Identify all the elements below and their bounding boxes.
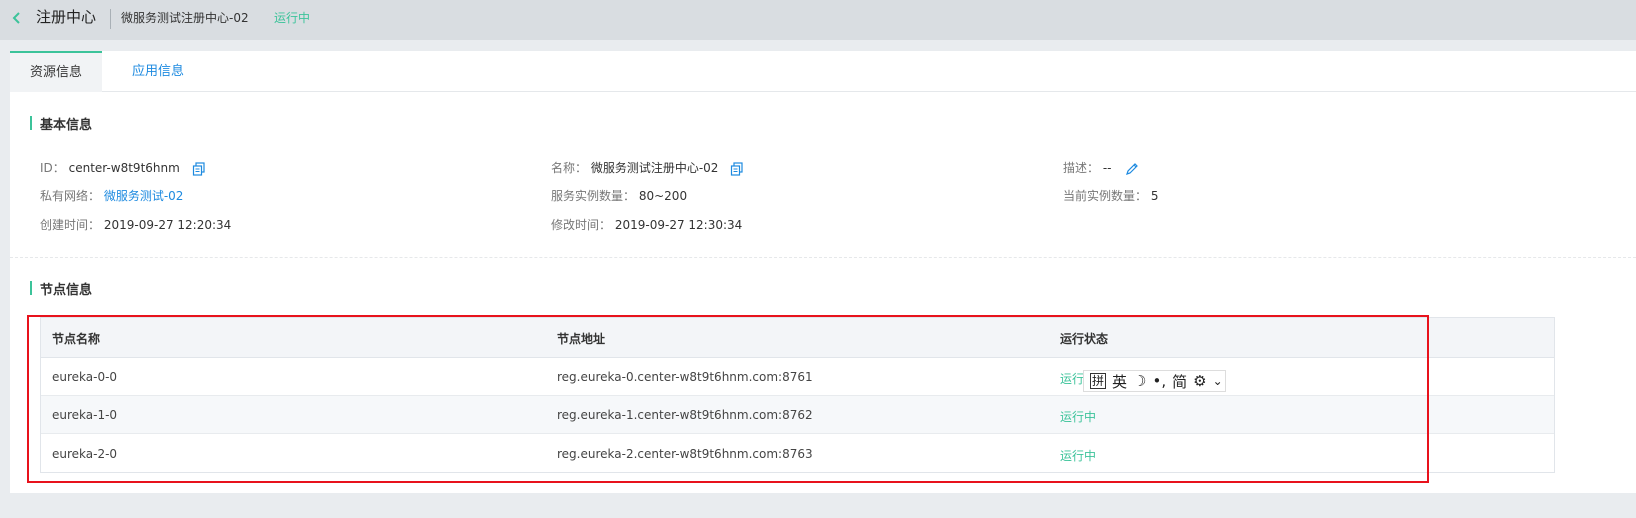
description-field: 描述： -- (1063, 159, 1139, 176)
instances-field: 服务实例数量： 80~200 (551, 187, 687, 204)
ime-simplified-icon[interactable]: 简 (1172, 371, 1187, 392)
header-divider (110, 9, 111, 29)
chevron-left-icon[interactable] (10, 10, 22, 26)
current-instances-field: 当前实例数量： 5 (1063, 187, 1158, 204)
table-header: 节点名称 节点地址 运行状态 (41, 318, 1554, 358)
node-address-cell: reg.eureka-1.center-w8t9t6hnm.com:8762 (557, 408, 813, 422)
ime-pinyin-icon[interactable]: 拼 (1090, 373, 1107, 389)
node-address-cell: reg.eureka-2.center-w8t9t6hnm.com:8763 (557, 447, 813, 461)
node-name-cell: eureka-0-0 (52, 370, 118, 384)
node-status-cell: 运行中 (1060, 449, 1097, 463)
node-address-cell: reg.eureka-0.center-w8t9t6hnm.com:8761 (557, 370, 813, 384)
basic-info-title: 基本信息 (30, 114, 92, 133)
tab-bar: 资源信息 应用信息 (10, 51, 1636, 92)
tab-app-info[interactable]: 应用信息 (102, 51, 214, 92)
modified-time-value: 2019-09-27 12:30:34 (614, 218, 743, 232)
created-time-label: 创建时间： (40, 218, 101, 232)
ime-toolbar[interactable]: 拼 英 ☽ •, 简 ⚙ ⌄ (1083, 370, 1226, 392)
modified-time-field: 修改时间： 2019-09-27 12:30:34 (551, 216, 742, 233)
status-badge: 运行中 (274, 11, 311, 25)
tab-resource-info[interactable]: 资源信息 (10, 51, 102, 92)
node-name-cell: eureka-1-0 (52, 408, 118, 422)
modified-time-label: 修改时间： (551, 218, 612, 232)
created-time-value: 2019-09-27 12:20:34 (103, 218, 232, 232)
column-header-node-name: 节点名称 (52, 332, 101, 346)
table-row: eureka-0-0 reg.eureka-0.center-w8t9t6hnm… (41, 358, 1554, 396)
id-label: ID： (40, 161, 65, 175)
vpc-field: 私有网络： 微服务测试-02 (40, 187, 183, 204)
table-row: eureka-1-0 reg.eureka-1.center-w8t9t6hnm… (41, 396, 1554, 434)
page-subtitle: 微服务测试注册中心-02 (121, 11, 249, 25)
page-title: 注册中心 (36, 8, 97, 26)
node-info-title: 节点信息 (30, 279, 92, 298)
name-field: 名称： 微服务测试注册中心-02 (551, 159, 744, 176)
id-value: center-w8t9t6hnm (68, 161, 180, 175)
id-field: ID： center-w8t9t6hnm (40, 159, 206, 176)
ime-english-icon[interactable]: 英 (1112, 371, 1127, 392)
pencil-icon[interactable] (1125, 162, 1139, 176)
column-header-status: 运行状态 (1060, 332, 1109, 346)
instances-value: 80~200 (638, 189, 688, 203)
header-bar: 注册中心 微服务测试注册中心-02 运行中 (0, 0, 1636, 40)
table-row: eureka-2-0 reg.eureka-2.center-w8t9t6hnm… (41, 435, 1554, 473)
current-instances-value: 5 (1150, 189, 1159, 203)
vpc-link[interactable]: 微服务测试-02 (104, 189, 184, 203)
ime-more-icon[interactable]: ⌄ (1213, 374, 1223, 388)
current-instances-label: 当前实例数量： (1063, 189, 1148, 203)
copy-icon[interactable] (730, 161, 744, 176)
ime-moon-icon[interactable]: ☽ (1133, 372, 1146, 390)
description-label: 描述： (1063, 161, 1100, 175)
vpc-label: 私有网络： (40, 189, 101, 203)
created-time-field: 创建时间： 2019-09-27 12:20:34 (40, 216, 231, 233)
node-status-cell: 运行中 (1060, 410, 1097, 424)
main-panel: 资源信息 应用信息 基本信息 ID： center-w8t9t6hnm 名称： … (10, 51, 1636, 493)
column-header-node-address: 节点地址 (557, 332, 606, 346)
name-label: 名称： (551, 161, 588, 175)
instances-label: 服务实例数量： (551, 189, 636, 203)
ime-punctuation-icon[interactable]: •, (1152, 372, 1166, 390)
section-divider (10, 257, 1636, 258)
ime-settings-icon[interactable]: ⚙ (1193, 372, 1206, 390)
node-table: 节点名称 节点地址 运行状态 eureka-0-0 reg.eureka-0.c… (40, 317, 1555, 473)
node-name-cell: eureka-2-0 (52, 447, 118, 461)
copy-icon[interactable] (192, 161, 206, 176)
node-status-cell: 运行 (1060, 372, 1085, 386)
description-value: -- (1102, 161, 1112, 175)
name-value: 微服务测试注册中心-02 (590, 161, 719, 175)
